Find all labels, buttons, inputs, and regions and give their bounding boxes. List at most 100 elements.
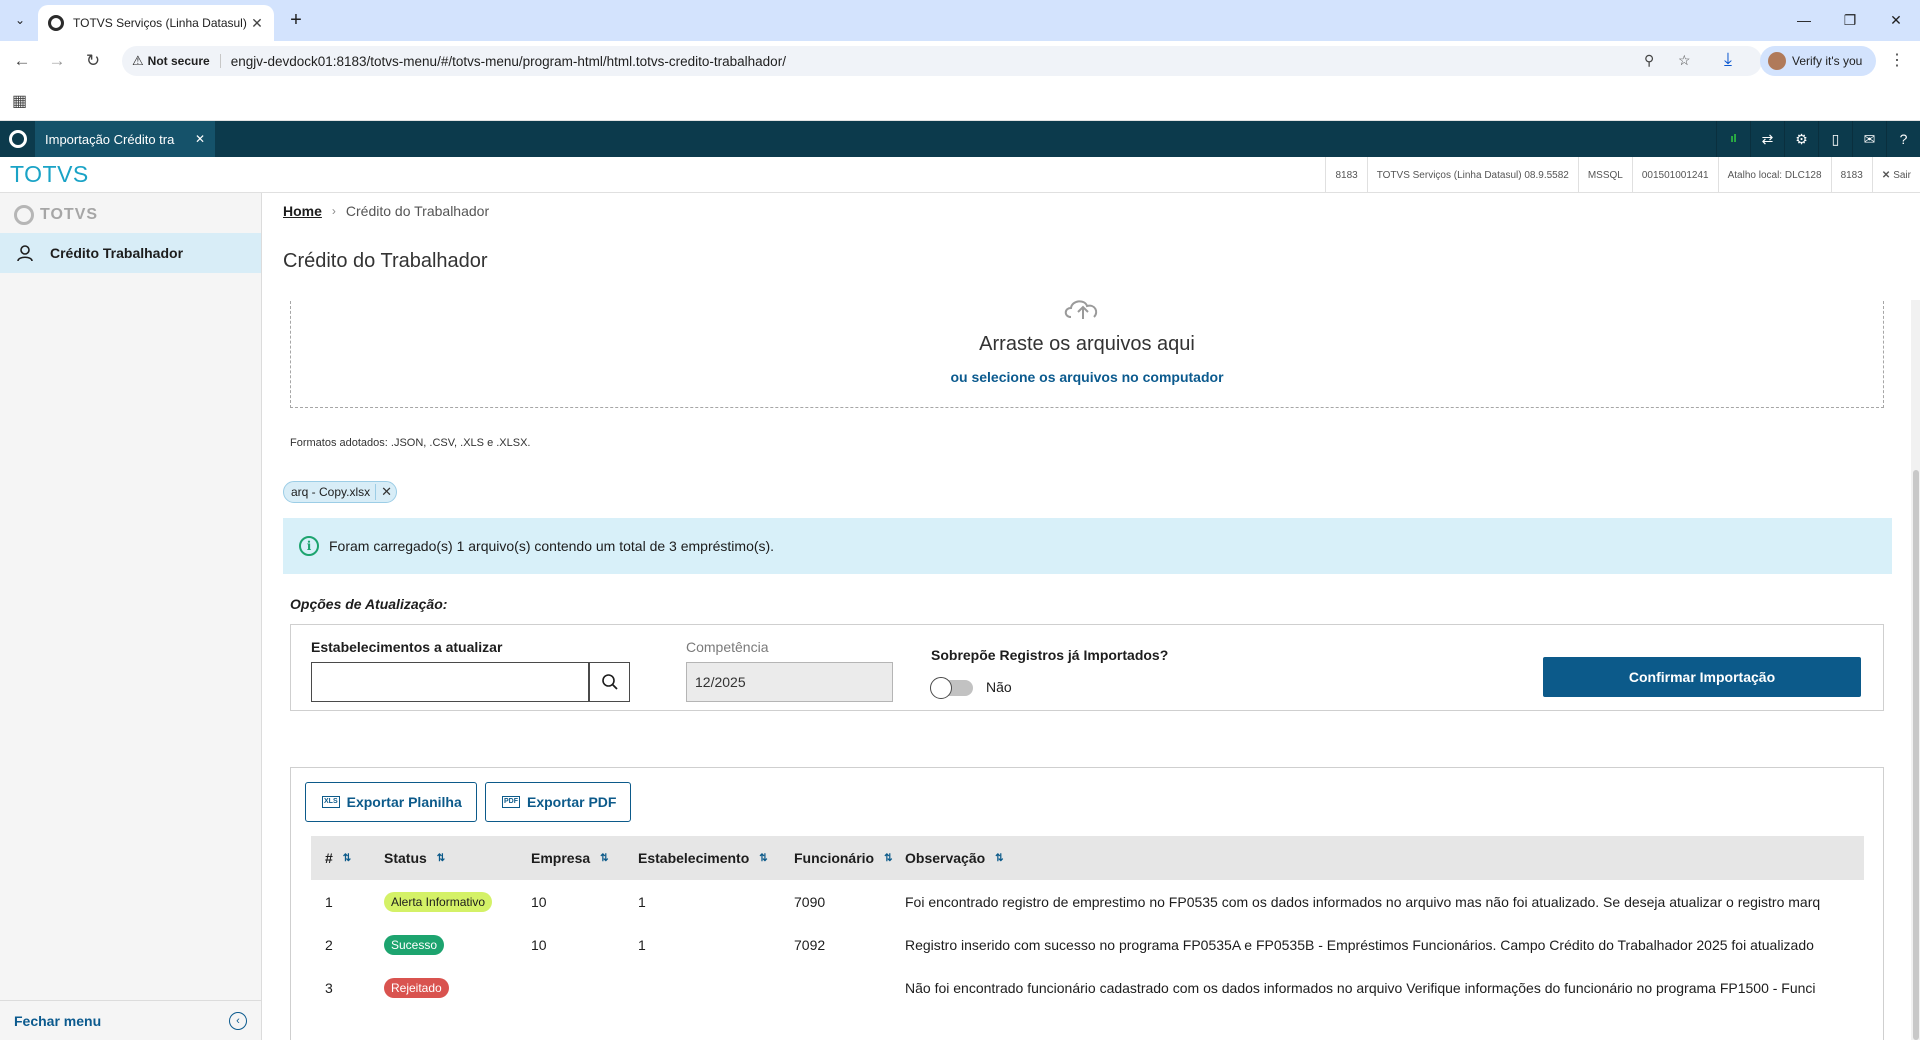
- competence-label: Competência: [686, 639, 769, 655]
- app-tab-close-icon[interactable]: ✕: [195, 132, 205, 146]
- brand-logo: TOTVS: [10, 161, 89, 187]
- sidebar-item-credito-trabalhador[interactable]: Crédito Trabalhador: [0, 233, 261, 273]
- table-row[interactable]: 3 Rejeitado Não foi encontrado funcionár…: [311, 966, 1864, 1009]
- zoom-icon[interactable]: ⚲: [1644, 52, 1654, 69]
- formats-hint: Formatos adotados: .JSON, .CSV, .XLS e .…: [290, 437, 531, 449]
- help-icon[interactable]: ?: [1886, 121, 1920, 157]
- confirm-import-button[interactable]: Confirmar Importação: [1543, 657, 1861, 697]
- results-panel: XLS Exportar Planilha PDF Exportar PDF #…: [290, 767, 1884, 1040]
- app-tab[interactable]: Importação Crédito tra ✕: [35, 121, 215, 157]
- sort-icon[interactable]: ⇅: [884, 853, 892, 864]
- export-spreadsheet-button[interactable]: XLS Exportar Planilha: [305, 782, 477, 822]
- bookmark-star-icon[interactable]: ☆: [1678, 52, 1691, 69]
- browser-tab-strip: ⌄ TOTVS Serviços (Linha Datasul) ✕ + — ❐…: [0, 0, 1920, 41]
- side-menu-logo: TOTVS: [14, 205, 98, 225]
- collapse-left-icon[interactable]: ‹: [229, 1011, 247, 1030]
- gear-icon[interactable]: ⚙: [1784, 121, 1818, 157]
- info-shortcut: Atalho local: DLC128: [1717, 157, 1831, 193]
- not-secure-label[interactable]: Not secure: [148, 54, 221, 68]
- info-database: MSSQL: [1577, 157, 1632, 193]
- dropzone-title: Arraste os arquivos aqui: [979, 333, 1195, 355]
- warning-icon: ⚠: [132, 53, 144, 68]
- address-bar[interactable]: ⚠ Not secure engjv-devdock01:8183/totvs-…: [122, 46, 1762, 76]
- establishment-search-button[interactable]: [589, 662, 630, 702]
- profile-button[interactable]: Verify it's you: [1760, 46, 1876, 76]
- header-employee[interactable]: Funcionário ⇅: [780, 850, 905, 866]
- options-section-title: Opções de Atualização:: [290, 596, 448, 612]
- browser-tab[interactable]: TOTVS Serviços (Linha Datasul) ✕: [38, 5, 274, 41]
- main-content: Home › Crédito do Trabalhador Crédito do…: [263, 193, 1920, 1040]
- tab-close-icon[interactable]: ✕: [248, 15, 266, 32]
- cell-number: 3: [325, 979, 333, 996]
- breadcrumb-current: Crédito do Trabalhador: [345, 203, 490, 219]
- page-title: Crédito do Trabalhador: [283, 250, 488, 272]
- header-number[interactable]: # ⇅: [311, 850, 370, 866]
- close-menu-bar[interactable]: Fechar menu ‹: [0, 1000, 261, 1040]
- forward-icon[interactable]: →: [45, 49, 69, 73]
- new-tab-icon[interactable]: +: [284, 9, 308, 33]
- scrollbar-thumb[interactable]: [1913, 470, 1919, 1040]
- cell-observation: Foi encontrado registro de emprestimo no…: [905, 893, 1821, 910]
- sort-icon[interactable]: ⇅: [995, 853, 1003, 864]
- side-menu: TOTVS Crédito Trabalhador Fechar menu ‹: [0, 193, 262, 1040]
- close-icon: ✕: [1881, 169, 1891, 181]
- file-dropzone[interactable]: Arraste os arquivos aqui ou selecione os…: [290, 300, 1884, 408]
- update-options-panel: Estabelecimentos a atualizar Competência…: [290, 624, 1884, 711]
- file-tag-label: arq - Copy.xlsx: [291, 485, 371, 499]
- apps-grid-icon[interactable]: ▦: [12, 91, 27, 111]
- app-toolbar-icons: ıl ⇄ ⚙ ▯ ✉ ?: [1716, 121, 1920, 157]
- info-alert: i Foram carregado(s) 1 arquivo(s) conten…: [283, 518, 1892, 574]
- header-establishment[interactable]: Estabelecimento ⇅: [624, 850, 780, 866]
- header-observation[interactable]: Observação ⇅: [905, 850, 1864, 866]
- export-spreadsheet-label: Exportar Planilha: [346, 794, 462, 810]
- xls-file-icon: XLS: [322, 796, 340, 808]
- url-text[interactable]: engjv-devdock01:8183/totvs-menu/#/totvs-…: [231, 54, 786, 69]
- info-product: TOTVS Serviços (Linha Datasul) 08.9.5582: [1366, 157, 1578, 193]
- bookmarks-bar: ▦: [0, 81, 1920, 121]
- status-badge: Rejeitado: [384, 977, 449, 998]
- remove-file-icon[interactable]: ✕: [375, 484, 392, 500]
- restore-icon[interactable]: ❐: [1836, 8, 1864, 32]
- sort-icon[interactable]: ⇅: [437, 853, 445, 864]
- cell-number: 1: [325, 893, 333, 910]
- sort-icon[interactable]: ⇅: [343, 853, 351, 864]
- cell-employee: 7090: [794, 893, 826, 910]
- export-pdf-button[interactable]: PDF Exportar PDF: [485, 782, 632, 822]
- logout-button[interactable]: ✕ Sair: [1871, 157, 1920, 193]
- sidebar-item-label: Crédito Trabalhador: [50, 245, 184, 261]
- select-files-link[interactable]: ou selecione os arquivos no computador: [291, 369, 1883, 385]
- header-status[interactable]: Status ⇅: [370, 850, 517, 866]
- cell-employee: 7092: [794, 936, 826, 953]
- shuffle-icon[interactable]: ⇄: [1750, 121, 1784, 157]
- table-row[interactable]: 2 Sucesso 10 1 7092 Registro inserido co…: [311, 923, 1864, 966]
- chrome-menu-icon[interactable]: ⋮: [1889, 50, 1905, 70]
- status-badge: Alerta Informativo: [384, 891, 493, 912]
- table-header: # ⇅ Status ⇅ Empresa ⇅ Estabelecimento ⇅ Fun…: [311, 836, 1864, 880]
- overwrite-toggle[interactable]: [930, 677, 973, 699]
- header-company[interactable]: Empresa ⇅: [517, 850, 624, 866]
- totvs-logo-icon[interactable]: [9, 130, 27, 148]
- minimize-icon[interactable]: —: [1790, 8, 1818, 32]
- close-menu-label[interactable]: Fechar menu: [14, 1013, 101, 1029]
- est-label: Estabelecimentos a atualizar: [311, 639, 503, 655]
- establishment-input[interactable]: [311, 662, 589, 702]
- breadcrumb: Home › Crédito do Trabalhador: [283, 203, 489, 219]
- status-badge: Sucesso: [384, 934, 445, 955]
- sort-icon[interactable]: ⇅: [600, 853, 608, 864]
- breadcrumb-home[interactable]: Home: [283, 203, 322, 219]
- browser-tab-title: TOTVS Serviços (Linha Datasul): [73, 16, 247, 30]
- reload-icon[interactable]: ↻: [81, 49, 105, 73]
- cell-establishment: 1: [638, 936, 646, 953]
- tab-search-icon[interactable]: ⌄: [8, 8, 32, 32]
- download-icon[interactable]: ⤓: [1724, 49, 1732, 70]
- table-row[interactable]: 1 Alerta Informativo 10 1 7090 Foi encon…: [311, 880, 1864, 923]
- back-icon[interactable]: ←: [10, 49, 34, 73]
- window-close-icon[interactable]: ✕: [1882, 8, 1910, 32]
- toggle-knob: [930, 677, 952, 699]
- totvs-ring-icon: [14, 205, 34, 225]
- sort-icon[interactable]: ⇅: [759, 853, 767, 864]
- export-pdf-label: Exportar PDF: [527, 794, 617, 810]
- user-icon: [17, 245, 33, 262]
- document-icon[interactable]: ▯: [1818, 121, 1852, 157]
- chat-icon[interactable]: ✉: [1852, 121, 1886, 157]
